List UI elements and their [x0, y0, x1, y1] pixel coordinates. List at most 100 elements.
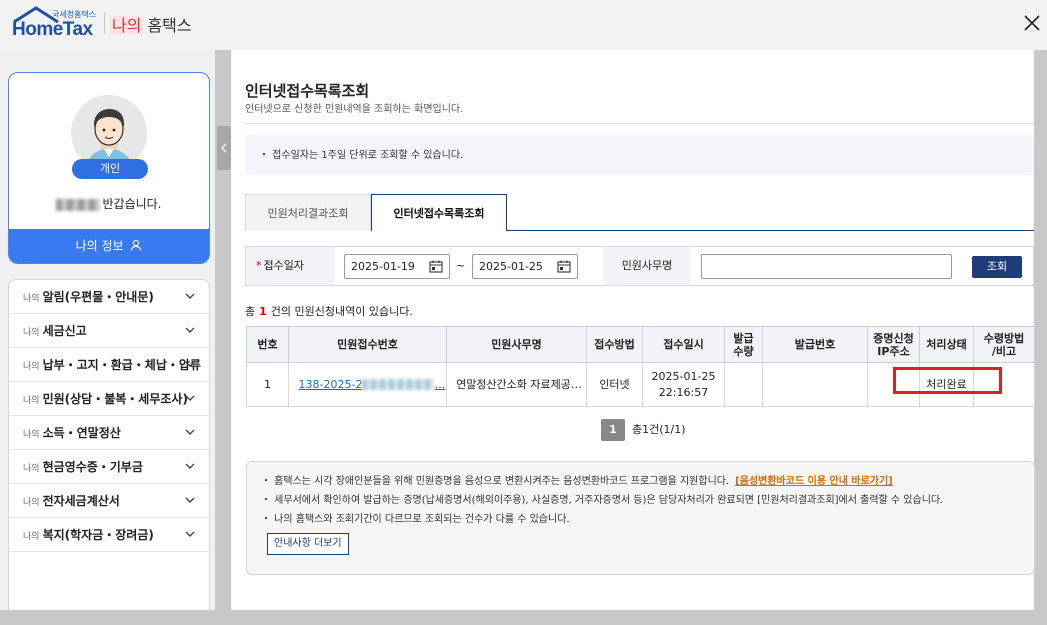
- col-header-receive-method: 수령방법 /비고: [973, 326, 1035, 363]
- chevron-down-icon: [185, 429, 195, 435]
- col-header-method: 접수방법: [586, 326, 643, 363]
- cell-ip: [867, 362, 920, 407]
- col-header-service-name: 민원사무명: [446, 326, 587, 363]
- person-icon: [131, 239, 142, 251]
- menu-prefix: 나의: [23, 532, 40, 542]
- info-line-3: ・ 나의 홈택스와 조회기간이 다르므로 조회되는 건수가 다를 수 있습니다.: [261, 514, 570, 525]
- info-text-1: ・ 홈택스는 시각 장애인분들을 위해 민원증명을 음성으로 변환시켜주는 음성…: [261, 476, 730, 487]
- menu-label: 전자세금계산서: [42, 494, 120, 508]
- menu-label: 민원(상담・불복・세무조사): [42, 392, 188, 406]
- required-mark: *: [256, 259, 262, 272]
- profile-card: 개인 반갑습니다. 나의 정보: [8, 72, 210, 264]
- greeting: 반갑습니다.: [9, 195, 209, 212]
- date-range-separator: ~: [456, 259, 466, 272]
- date-from-input[interactable]: 2025-01-19: [344, 254, 450, 279]
- col-header-issue-no: 발급번호: [762, 326, 868, 363]
- page-title: 인터넷접수목록조회: [245, 82, 370, 100]
- result-prefix: 총: [245, 305, 256, 318]
- service-name-input[interactable]: [701, 254, 952, 279]
- cell-issue-no: [762, 362, 868, 407]
- chevron-down-icon: [185, 293, 195, 299]
- logo-text: HomeTax: [12, 19, 93, 40]
- results-table: 번호 민원접수번호 민원사무명 접수방법 접수일시 발급 수량 발급번호 증명신…: [246, 326, 1035, 407]
- info-line-1: ・ 홈택스는 시각 장애인분들을 위해 민원증명을 음성으로 변환시켜주는 음성…: [261, 472, 1020, 491]
- info-line-2: ・ 세무서에서 확인하여 발급하는 증명(납세증명서(해외이주용), 사실증명,…: [261, 495, 944, 506]
- menu-item-payment[interactable]: 나의 납부・고지・환급・체납・압류: [9, 348, 209, 382]
- calendar-icon[interactable]: [557, 260, 571, 273]
- calendar-icon[interactable]: [429, 260, 443, 273]
- menu-item-notifications[interactable]: 나의 알림(우편물・안내문): [9, 280, 209, 314]
- title-hometax: 홈택스: [147, 16, 192, 35]
- menu-label: 납부・고지・환급・체납・압류: [42, 358, 201, 372]
- my-info-button[interactable]: 나의 정보: [9, 229, 209, 263]
- tab-bar: 민원처리결과조회 인터넷접수목록조회: [245, 194, 1034, 232]
- col-header-status: 처리상태: [919, 326, 974, 363]
- hometax-logo[interactable]: 국세청홈택스 HomeTax: [12, 6, 102, 40]
- menu-prefix: 나의: [23, 294, 40, 304]
- notice-box: ・ 접수일자는 1주일 단위로 조회할 수 있습니다.: [245, 135, 1034, 175]
- my-hometax-title: 나의 홈택스: [110, 12, 192, 36]
- menu-prefix: 나의: [23, 498, 40, 508]
- menu-prefix: 나의: [23, 362, 40, 372]
- menu-item-tax-return[interactable]: 나의 세금신고: [9, 314, 209, 348]
- receipt-ellipsis: …: [434, 377, 446, 391]
- menu-label: 복지(학자금・장려금): [42, 528, 154, 542]
- search-form: * 접수일자 2025-01-19 ~ 2025-01-25 민원사무명 조회: [245, 246, 1034, 286]
- table-row: 1 138-2025-2 … 연말정산간소화 자료제공… 인터넷 2025-01-…: [246, 362, 1035, 407]
- chevron-down-icon: [185, 361, 195, 367]
- menu-label: 소득・연말정산: [42, 426, 121, 440]
- cell-no: 1: [246, 362, 289, 407]
- voice-barcode-link[interactable]: [음성변환바코드 이용 안내 바로가기]: [735, 476, 893, 487]
- search-button[interactable]: 조회: [972, 256, 1022, 278]
- cell-receipt-no-link[interactable]: 138-2025-2 …: [288, 362, 447, 407]
- date-label-text: 접수일자: [263, 259, 304, 272]
- cell-receipt-datetime: 2025-01-25 22:16:57: [642, 362, 725, 407]
- date-label: * 접수일자: [246, 247, 334, 285]
- menu-item-e-invoice[interactable]: 나의 전자세금계산서: [9, 484, 209, 518]
- blurred-receipt-digits: [362, 379, 435, 390]
- receipt-no-text: 138-2025-2: [298, 377, 363, 391]
- col-header-no: 번호: [246, 326, 289, 363]
- side-menu: 나의 알림(우편물・안내문) 나의 세금신고 나의 납부・고지・환급・체납・압류 나의…: [8, 279, 210, 625]
- title-divider: [245, 123, 1034, 124]
- menu-item-cash-receipts[interactable]: 나의 현금영수증・기부금: [9, 450, 209, 484]
- chevron-down-icon: [185, 463, 195, 469]
- table-header-row: 번호 민원접수번호 민원사무명 접수방법 접수일시 발급 수량 발급번호 증명신…: [246, 326, 1035, 363]
- menu-label: 현금영수증・기부금: [42, 460, 143, 474]
- result-count: 총 1 건의 민원신청내역이 있습니다.: [245, 303, 413, 319]
- menu-prefix: 나의: [23, 328, 40, 338]
- col-header-receipt-no: 민원접수번호: [288, 326, 447, 363]
- more-info-button[interactable]: 안내사항 더보기: [267, 533, 349, 555]
- top-bar: 국세청홈택스 HomeTax 나의 홈택스: [0, 0, 1047, 50]
- date-to-value: 2025-01-25: [479, 260, 543, 273]
- my-info-label: 나의 정보: [75, 239, 124, 253]
- cell-status: 처리완료: [919, 362, 974, 407]
- menu-item-income[interactable]: 나의 소득・연말정산: [9, 416, 209, 450]
- menu-item-civil-petitions[interactable]: 나의 민원(상담・불복・세무조사): [9, 382, 209, 416]
- col-header-ip: 증명신청 IP주소: [867, 326, 920, 363]
- collapse-sidebar-button[interactable]: [217, 126, 231, 170]
- bottom-strip: [0, 610, 1047, 625]
- result-count-number: 1: [259, 305, 267, 318]
- blurred-username: [56, 198, 101, 211]
- info-box: ・ 홈택스는 시각 장애인분들을 위해 민원증명을 음성으로 변환시켜주는 음성…: [246, 461, 1035, 575]
- left-panel: 개인 반갑습니다. 나의 정보 나의 알림(우편물・안내문) 나의 세금신고 나의 납…: [0, 50, 215, 625]
- cell-method: 인터넷: [586, 362, 643, 407]
- result-suffix: 건의 민원신청내역이 있습니다.: [270, 305, 413, 318]
- user-type-badge: 개인: [72, 159, 148, 179]
- title-my: 나의: [110, 16, 144, 35]
- close-icon[interactable]: [1021, 12, 1043, 34]
- tab-internet-receipt[interactable]: 인터넷접수목록조회: [371, 194, 507, 232]
- date-to-input[interactable]: 2025-01-25: [472, 254, 578, 279]
- menu-item-welfare[interactable]: 나의 복지(학자금・장려금): [9, 518, 209, 552]
- col-header-receipt-date: 접수일시: [642, 326, 725, 363]
- cell-issue-qty: [724, 362, 763, 407]
- service-name-label: 민원사무명: [604, 247, 690, 285]
- cell-note: [973, 362, 1035, 407]
- tab-civil-result[interactable]: 민원처리결과조회: [245, 194, 371, 231]
- receipt-date: 2025-01-25: [651, 369, 716, 383]
- menu-prefix: 나의: [23, 430, 40, 440]
- greeting-text: 반갑습니다.: [102, 197, 162, 211]
- page-button-1[interactable]: 1: [601, 419, 625, 441]
- menu-prefix: 나의: [23, 396, 40, 406]
